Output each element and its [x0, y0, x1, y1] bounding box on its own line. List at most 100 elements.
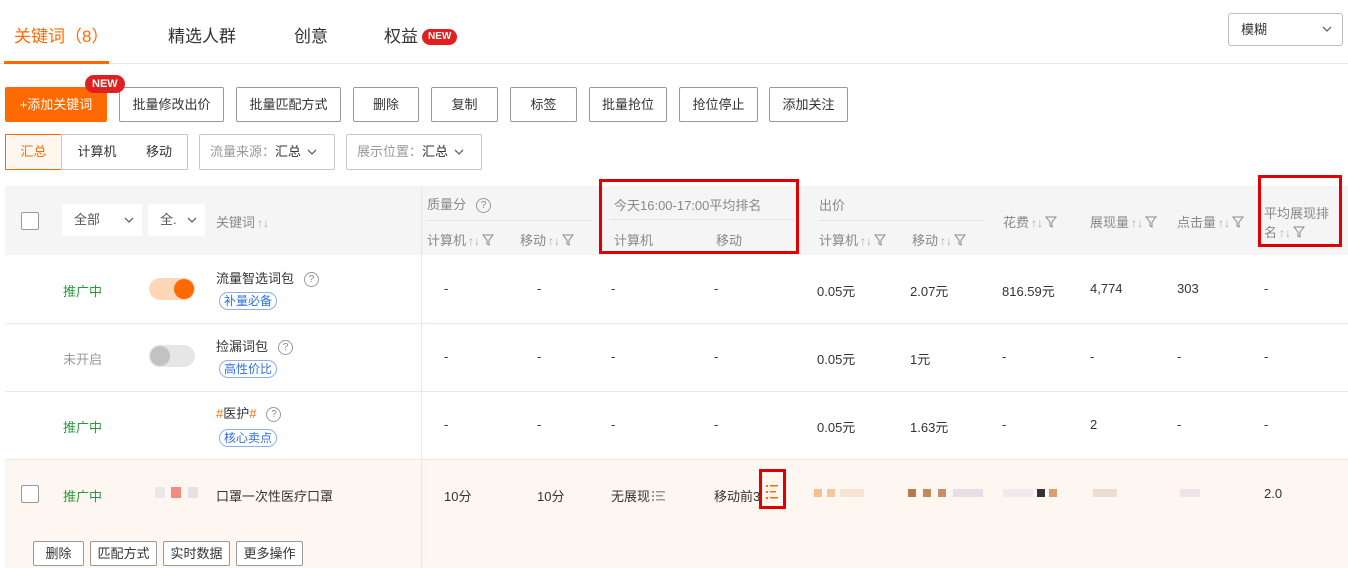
filter-icon[interactable]	[1045, 216, 1058, 228]
table-row: 推广中 #医护#? 核心卖点 - - - - 0.05元 1.63元 - 2 -…	[5, 392, 1348, 460]
help-icon[interactable]: ?	[476, 198, 492, 213]
bid-pc-cell[interactable]: 0.05元	[817, 281, 855, 300]
display-position-label: 展示位置：	[357, 144, 423, 159]
batch-grab-rank-button[interactable]: 批量抢位	[589, 87, 667, 122]
delete-button[interactable]: 删除	[353, 87, 419, 122]
copy-button[interactable]: 复制	[431, 87, 498, 122]
blurred-value	[938, 489, 946, 497]
help-icon[interactable]: ?	[266, 407, 282, 422]
sort-icon: ↑↓	[1031, 216, 1044, 230]
impressions-column-header[interactable]: 展现量 ↑↓	[1090, 212, 1158, 231]
help-icon[interactable]: ?	[304, 272, 320, 287]
filter-icon[interactable]	[1293, 226, 1306, 238]
clicks-column-header[interactable]: 点击量 ↑↓	[1177, 212, 1245, 231]
help-icon[interactable]: ?	[278, 340, 294, 355]
sort-icon: ↑↓	[548, 234, 561, 248]
match-mode-select[interactable]: 模糊	[1228, 13, 1343, 46]
blurred-value	[953, 489, 983, 497]
filter-icon[interactable]	[482, 234, 495, 246]
avg-rank-cell: -	[1264, 281, 1269, 296]
bid-mobile-header[interactable]: 移动 ↑↓	[912, 230, 967, 249]
bid-pc-cell[interactable]: 0.05元	[817, 349, 855, 368]
bid-mobile-cell[interactable]: 2.07元	[910, 281, 948, 300]
row-delete-button[interactable]: 删除	[33, 541, 84, 566]
traffic-source-dropdown[interactable]: 流量来源：汇总	[199, 134, 335, 170]
avg-rank-header-line2[interactable]: 名 ↑↓	[1264, 222, 1306, 241]
sort-icon: ↑↓	[257, 216, 270, 230]
avg-rank-cell: -	[1264, 349, 1269, 364]
cost-column-header[interactable]: 花费 ↑↓	[1003, 212, 1058, 231]
row-status: 推广中	[63, 420, 103, 435]
row-keyword: 捡漏词包?	[216, 336, 294, 355]
row-more-actions-button[interactable]: 更多操作	[236, 541, 303, 566]
bid-mobile-label: 移动	[912, 233, 939, 248]
quality-column-header: 质量分?	[427, 194, 492, 213]
bid-mobile-cell[interactable]: 1.63元	[910, 417, 948, 436]
filter-icon[interactable]	[1145, 216, 1158, 228]
chevron-down-icon	[454, 149, 464, 155]
add-keyword-new-badge: NEW	[85, 75, 125, 93]
tab-keywords[interactable]: 关键词（8）	[14, 22, 108, 47]
header-divider	[819, 220, 984, 221]
filter-icon[interactable]	[1232, 216, 1245, 228]
status-filter-select[interactable]: 全部	[62, 204, 142, 236]
match-mode-value: 模糊	[1241, 22, 1268, 37]
chevron-down-icon	[187, 217, 197, 223]
impressions-cell: 4,774	[1090, 281, 1123, 296]
tab-rights[interactable]: 权益 NEW	[384, 22, 458, 47]
quality-pc-cell: -	[444, 281, 449, 296]
chevron-down-icon	[1322, 26, 1332, 32]
blurred-value	[814, 489, 822, 497]
cost-cell: 816.59元	[1002, 284, 1055, 299]
blurred-thumbnail	[171, 487, 181, 498]
rank-pc-cell: -	[611, 417, 616, 432]
filter-icon[interactable]	[562, 234, 575, 246]
row-realtime-data-button[interactable]: 实时数据	[163, 541, 230, 566]
add-follow-button[interactable]: 添加关注	[769, 87, 848, 122]
keyword-header-label: 关键词	[216, 215, 256, 230]
quality-pc-header[interactable]: 计算机 ↑↓	[427, 230, 495, 249]
tag-button[interactable]: 标签	[510, 87, 577, 122]
filter-icon[interactable]	[954, 234, 967, 246]
bid-pc-cell[interactable]: 0.05元	[817, 417, 855, 436]
tab-audience[interactable]: 精选人群	[168, 22, 236, 47]
segment-mobile[interactable]: 移动	[131, 134, 188, 170]
row-toggle[interactable]	[149, 345, 195, 367]
list-icon[interactable]	[652, 489, 666, 503]
keyword-column-header[interactable]: 关键词 ↑↓	[216, 212, 269, 231]
quality-pc-cell: -	[444, 417, 449, 432]
tab-creative[interactable]: 创意	[294, 22, 328, 47]
quality-mobile-header[interactable]: 移动 ↑↓	[520, 230, 575, 249]
avg-rank-cell: -	[1264, 417, 1269, 432]
avg-rank-header-line1: 平均展现排	[1264, 206, 1330, 221]
cost-header-label: 花费	[1003, 215, 1030, 230]
blurred-value	[908, 489, 916, 497]
row-match-type-button[interactable]: 匹配方式	[90, 541, 157, 566]
select-all-checkbox[interactable]	[21, 212, 39, 230]
batch-edit-bid-button[interactable]: 批量修改出价	[119, 87, 224, 122]
keyword-hash: #	[249, 406, 257, 421]
segment-summary[interactable]: 汇总	[5, 134, 62, 170]
row-status: 推广中	[63, 489, 103, 504]
list-icon[interactable]	[764, 480, 780, 504]
bid-mobile-cell[interactable]: 1元	[910, 349, 930, 368]
rank-mobile-cell: 移动前3	[714, 489, 761, 504]
row-toggle[interactable]	[149, 278, 195, 300]
switch-filter-select[interactable]: 全.	[148, 204, 205, 236]
batch-match-type-button[interactable]: 批量匹配方式	[236, 87, 341, 122]
quality-mobile-cell: 10分	[537, 489, 565, 504]
row-keyword: 流量智选词包?	[216, 268, 320, 287]
bid-pc-header[interactable]: 计算机 ↑↓	[819, 230, 887, 249]
filter-icon[interactable]	[874, 234, 887, 246]
impressions-header-label: 展现量	[1090, 215, 1130, 230]
row-keyword-text: 捡漏词包	[216, 339, 269, 354]
segment-pc[interactable]: 计算机	[61, 134, 132, 170]
quality-header-label: 质量分	[427, 197, 467, 212]
sort-icon: ↑↓	[1131, 216, 1144, 230]
row-checkbox[interactable]	[21, 485, 39, 503]
clicks-cell: -	[1177, 417, 1182, 432]
display-position-dropdown[interactable]: 展示位置：汇总	[346, 134, 482, 170]
blurred-value	[840, 489, 864, 497]
table-row[interactable]: 推广中 口罩一次性医疗口罩 10分 10分 无展现 移动前3 2.0	[5, 460, 1348, 528]
stop-grab-rank-button[interactable]: 抢位停止	[679, 87, 758, 122]
